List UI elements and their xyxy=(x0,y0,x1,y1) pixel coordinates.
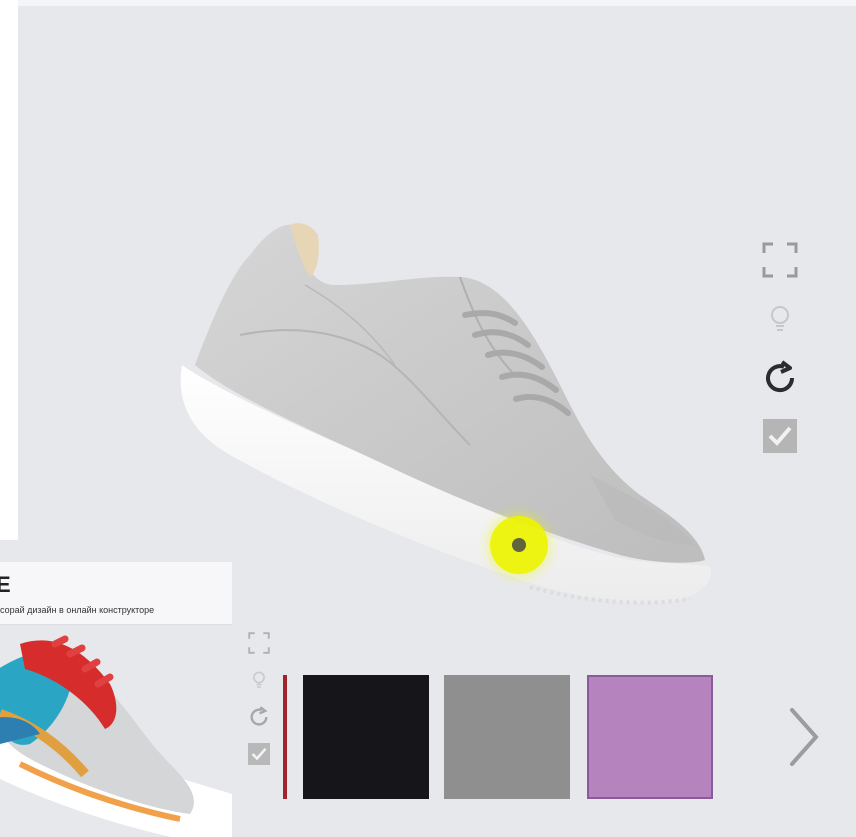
inset-header: Е сорай дизайн в онлайн конструкторе xyxy=(0,562,232,624)
swatch-next-button[interactable] xyxy=(786,706,822,768)
inset-sneaker-model xyxy=(0,635,232,837)
swatch-gray[interactable] xyxy=(444,675,570,799)
chevron-right-icon xyxy=(790,708,819,766)
checkbox-icon xyxy=(248,743,270,765)
inset-light-button[interactable] xyxy=(249,668,269,692)
inset-fullscreen-button[interactable] xyxy=(246,630,272,656)
checkbox-icon xyxy=(763,419,797,453)
swatch-purple[interactable] xyxy=(587,675,713,799)
light-bulb-icon xyxy=(771,306,789,331)
product-3d-viewer[interactable]: Е сорай дизайн в онлайн конструкторе xyxy=(0,0,856,837)
inset-caption: сорай дизайн в онлайн конструкторе xyxy=(0,605,155,615)
fullscreen-icon xyxy=(248,632,270,654)
active-swatch-marker xyxy=(283,675,287,799)
rotate-icon xyxy=(766,360,795,393)
light-button[interactable] xyxy=(764,302,796,336)
hotspot-dot xyxy=(512,538,526,552)
hotspot-marker[interactable] xyxy=(490,516,548,574)
sneaker-model[interactable] xyxy=(170,215,720,615)
preview-inset[interactable]: Е сорай дизайн в онлайн конструкторе xyxy=(0,562,232,837)
light-bulb-icon xyxy=(253,671,265,688)
rotate-icon xyxy=(250,706,268,726)
fullscreen-icon xyxy=(762,242,798,278)
rotate-button[interactable] xyxy=(760,358,800,398)
confirm-checkbox[interactable] xyxy=(762,418,798,454)
fullscreen-button[interactable] xyxy=(760,240,800,280)
inset-confirm-checkbox[interactable] xyxy=(247,742,271,766)
inset-title: Е xyxy=(0,572,11,597)
inset-rotate-button[interactable] xyxy=(246,704,272,730)
swatch-black[interactable] xyxy=(303,675,429,799)
